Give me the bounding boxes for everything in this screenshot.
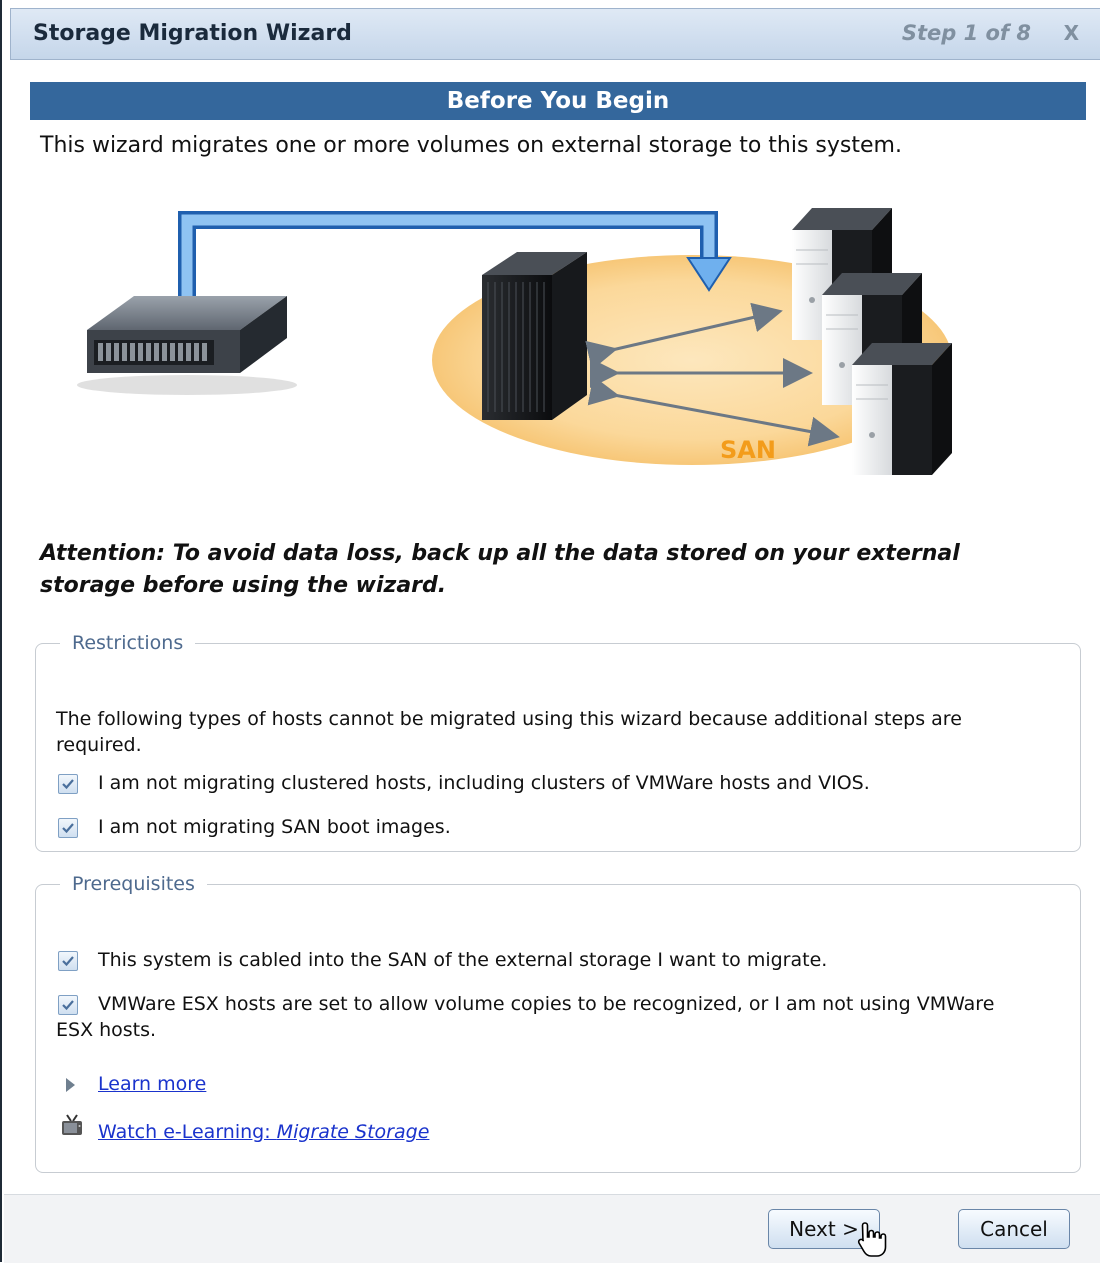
host-server-icon (852, 343, 952, 475)
wizard-window: Storage Migration Wizard Step 1 of 8 X B… (0, 0, 1100, 1263)
restriction-label-san-boot: I am not migrating SAN boot images. (98, 816, 451, 838)
intro-text: This wizard migrates one or more volumes… (40, 133, 902, 158)
learn-more-link[interactable]: Learn more (98, 1071, 206, 1097)
tv-icon (62, 1114, 82, 1135)
wizard-footer: Next > Cancel (4, 1194, 1100, 1263)
attention-warning: Attention: To avoid data loss, back up a… (40, 541, 960, 598)
title-bar: Storage Migration Wizard Step 1 of 8 X (10, 8, 1100, 60)
cancel-button[interactable]: Cancel (958, 1209, 1070, 1249)
window-title: Storage Migration Wizard (33, 21, 352, 46)
restriction-checkbox-clustered[interactable] (58, 774, 78, 794)
san-label: SAN (720, 436, 776, 464)
external-storage-icon (77, 296, 297, 395)
step-indicator: Step 1 of 8 (901, 21, 1031, 45)
checkmark-icon (62, 956, 74, 967)
section-banner: Before You Begin (30, 82, 1086, 120)
system-tower-icon (482, 252, 587, 420)
migration-diagram: SAN (77, 208, 952, 475)
expand-triangle-icon[interactable] (66, 1078, 75, 1092)
prereq-label-vmware: VMWare ESX hosts are set to allow volume… (56, 993, 995, 1041)
restriction-label-clustered: I am not migrating clustered hosts, incl… (98, 772, 870, 794)
restrictions-legend: Restrictions (72, 632, 184, 654)
prerequisites-group: Prerequisites This system is cabled into… (35, 873, 1081, 1173)
close-button[interactable]: X (1064, 21, 1079, 45)
prereq-label-cabled: This system is cabled into the SAN of th… (98, 949, 828, 971)
prereq-checkbox-cabled[interactable] (58, 951, 78, 971)
hand-cursor-icon (857, 1222, 887, 1257)
restrictions-group: Restrictions The following types of host… (35, 632, 1081, 852)
restriction-checkbox-san-boot[interactable] (58, 818, 78, 838)
prerequisites-legend: Prerequisites (72, 873, 195, 895)
checkmark-icon (62, 779, 74, 790)
restrictions-description: The following types of hosts cannot be m… (56, 708, 962, 756)
elearning-topic: Migrate Storage (276, 1121, 430, 1143)
checkmark-icon (62, 823, 74, 834)
elearning-prefix: Watch e-Learning: (98, 1121, 277, 1143)
elearning-link[interactable]: Watch e-Learning: Migrate Storage (98, 1119, 429, 1145)
